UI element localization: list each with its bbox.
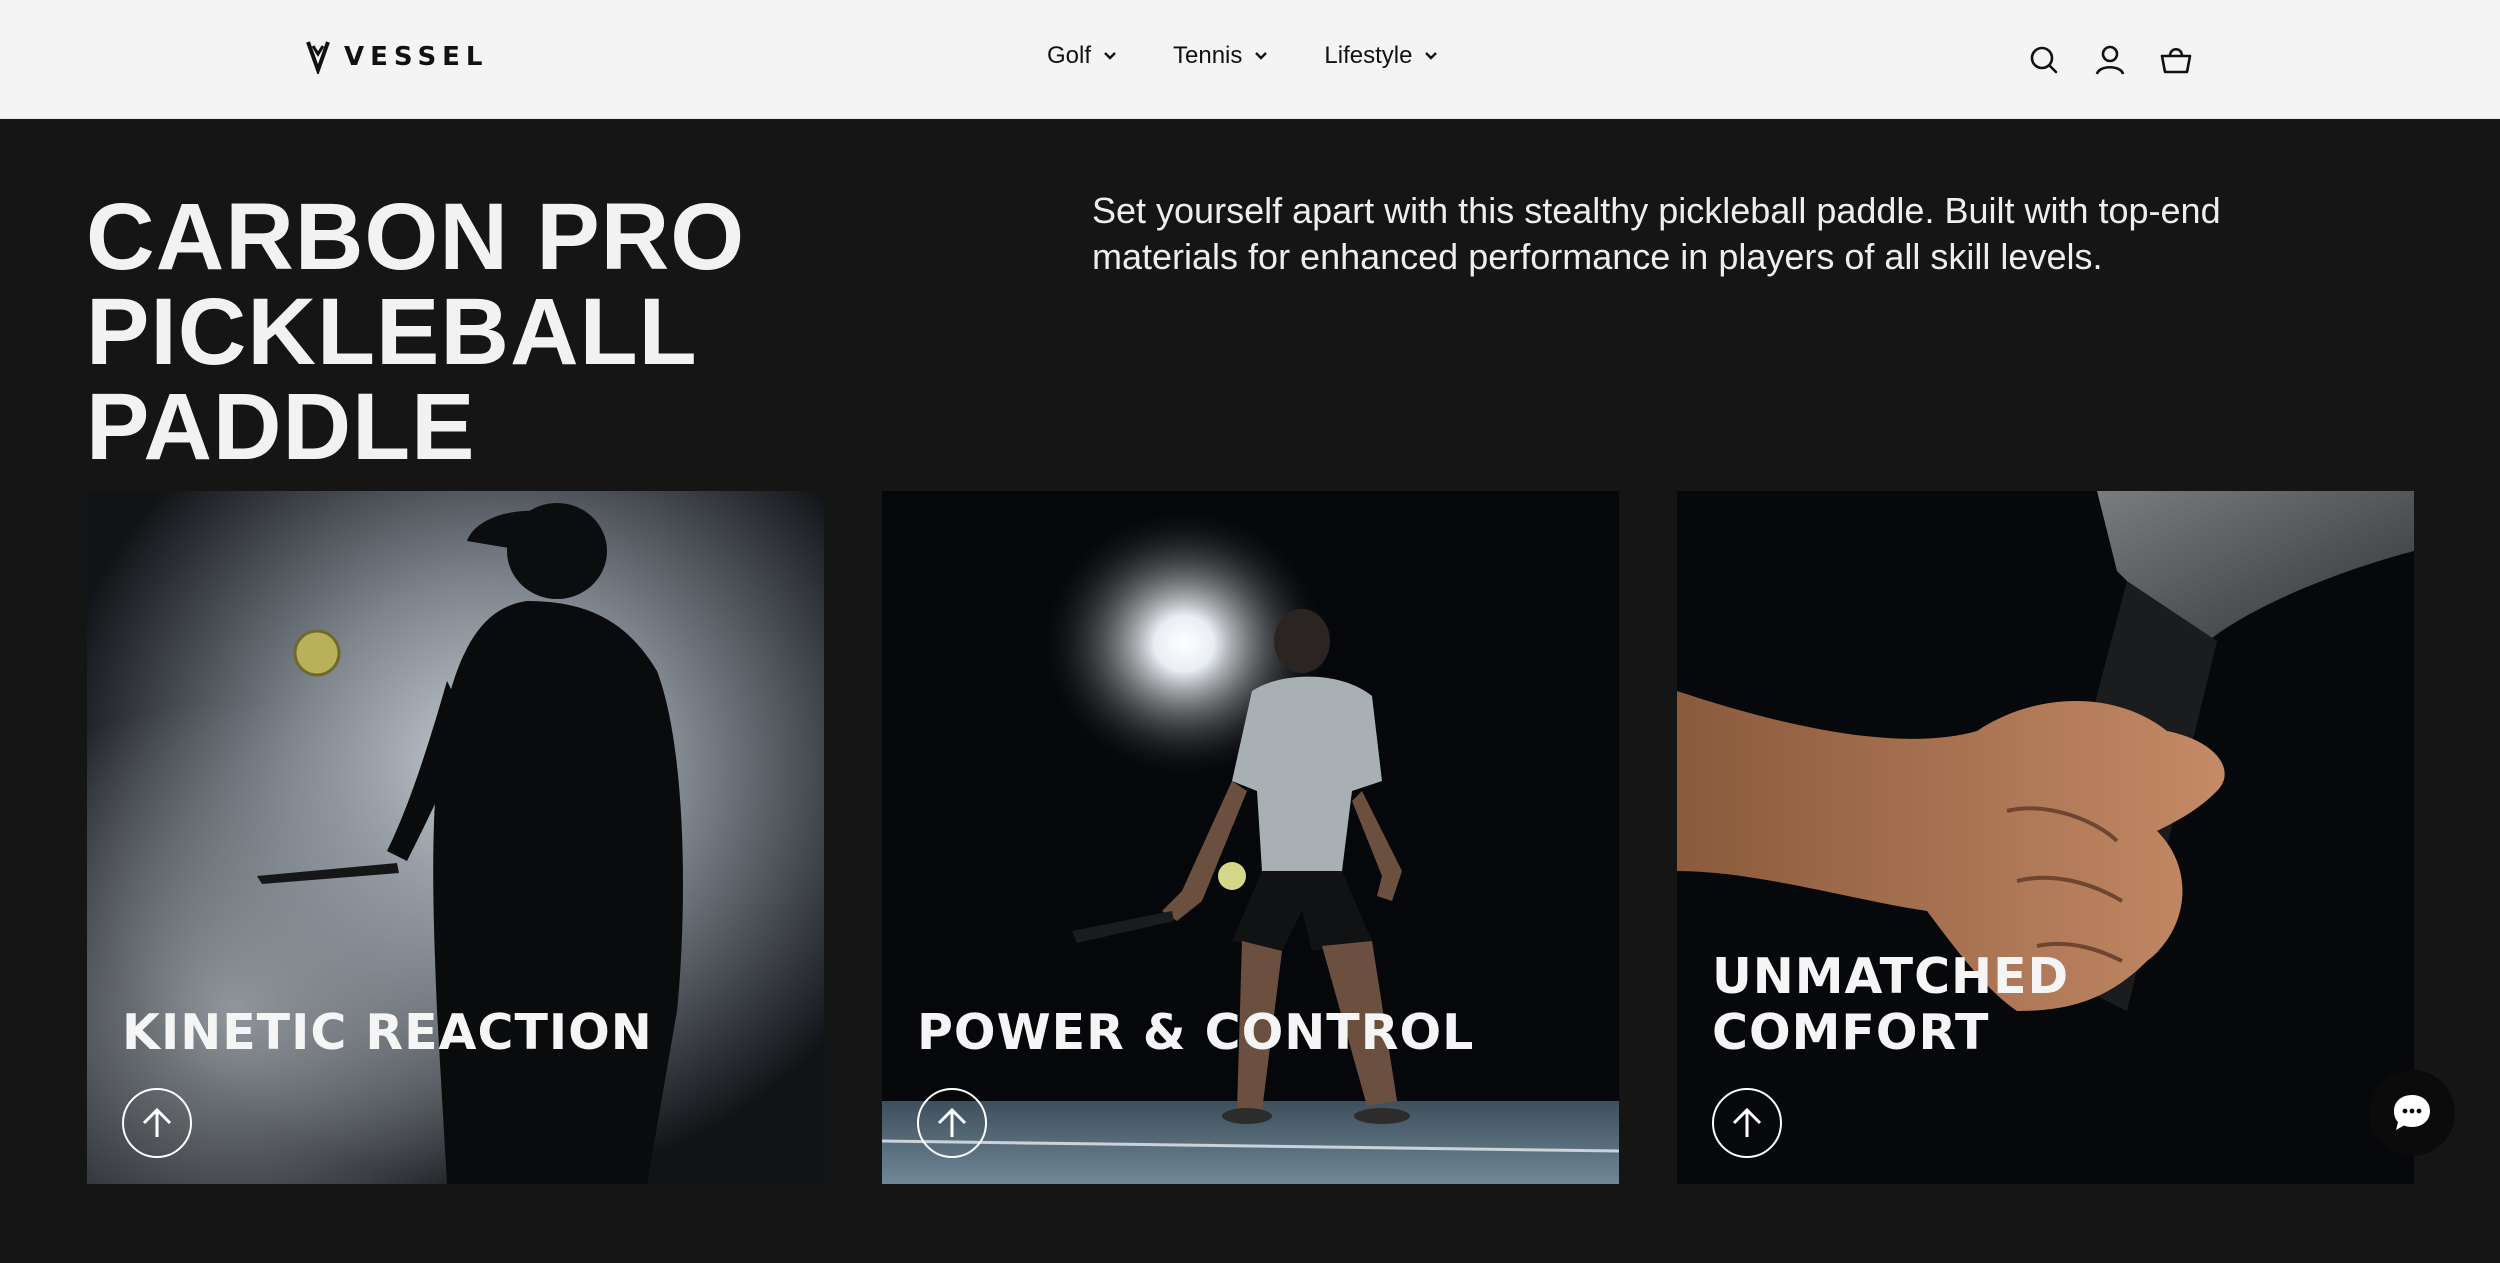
title-line-1: CARBON PRO <box>86 184 746 290</box>
feature-card-unmatched-comfort[interactable]: UNMATCHED COMFORT <box>1677 491 2414 1184</box>
brand-name: VESSEL <box>344 42 489 72</box>
card-expand-button[interactable] <box>1712 1088 1782 1158</box>
site-header: VESSEL Golf Tennis Lifestyle <box>0 0 2500 119</box>
card-title-line-1: UNMATCHED <box>1712 948 2070 1005</box>
nav-item-label: Lifestyle <box>1324 42 1413 69</box>
product-description: Set yourself apart with this stealthy pi… <box>1092 190 2221 277</box>
card-expand-button[interactable] <box>917 1088 987 1158</box>
smoke-silhouette-image <box>87 491 824 1184</box>
feature-card-power-control[interactable]: POWER & CONTROL <box>882 491 1619 1184</box>
main-nav: Golf Tennis Lifestyle <box>1047 42 1438 70</box>
title-line-2: PICKLEBALL PADDLE <box>86 279 696 480</box>
header-actions <box>2026 42 2194 78</box>
cart-button[interactable] <box>2158 42 2194 78</box>
nav-item-label: Golf <box>1047 42 1092 69</box>
nav-item-tennis[interactable]: Tennis <box>1173 42 1268 70</box>
arrow-up-icon <box>142 1107 172 1137</box>
chat-widget-button[interactable] <box>2369 1070 2455 1156</box>
card-title-line-2: COMFORT <box>1712 1004 1990 1061</box>
account-icon <box>2095 45 2125 75</box>
feature-card-kinetic-reaction[interactable]: KINETIC REACTION <box>87 491 824 1184</box>
nav-item-lifestyle[interactable]: Lifestyle <box>1324 42 1438 70</box>
chevron-down-icon <box>1425 52 1438 60</box>
search-button[interactable] <box>2026 42 2062 78</box>
cart-icon <box>2160 47 2192 74</box>
vessel-logo[interactable]: VESSEL <box>306 40 489 74</box>
hand-grip-image <box>1677 491 2414 1184</box>
card-expand-button[interactable] <box>122 1088 192 1158</box>
arrow-up-icon <box>937 1107 967 1137</box>
search-icon <box>2030 46 2058 74</box>
account-button[interactable] <box>2092 42 2128 78</box>
page-title: CARBON PRO PICKLEBALL PADDLE <box>86 190 1046 475</box>
card-title: KINETIC REACTION <box>122 1004 653 1061</box>
nav-item-golf[interactable]: Golf <box>1047 42 1117 70</box>
player-court-image <box>882 491 1619 1184</box>
chat-icon <box>2394 1095 2430 1130</box>
card-title: POWER & CONTROL <box>917 1004 1475 1061</box>
chevron-down-icon <box>1104 52 1116 60</box>
card-title: UNMATCHED COMFORT <box>1712 949 2332 1061</box>
arrow-up-icon <box>1732 1107 1762 1137</box>
chevron-down-icon <box>1255 52 1268 60</box>
nav-item-label: Tennis <box>1173 42 1243 69</box>
vessel-logo-icon <box>306 41 330 74</box>
